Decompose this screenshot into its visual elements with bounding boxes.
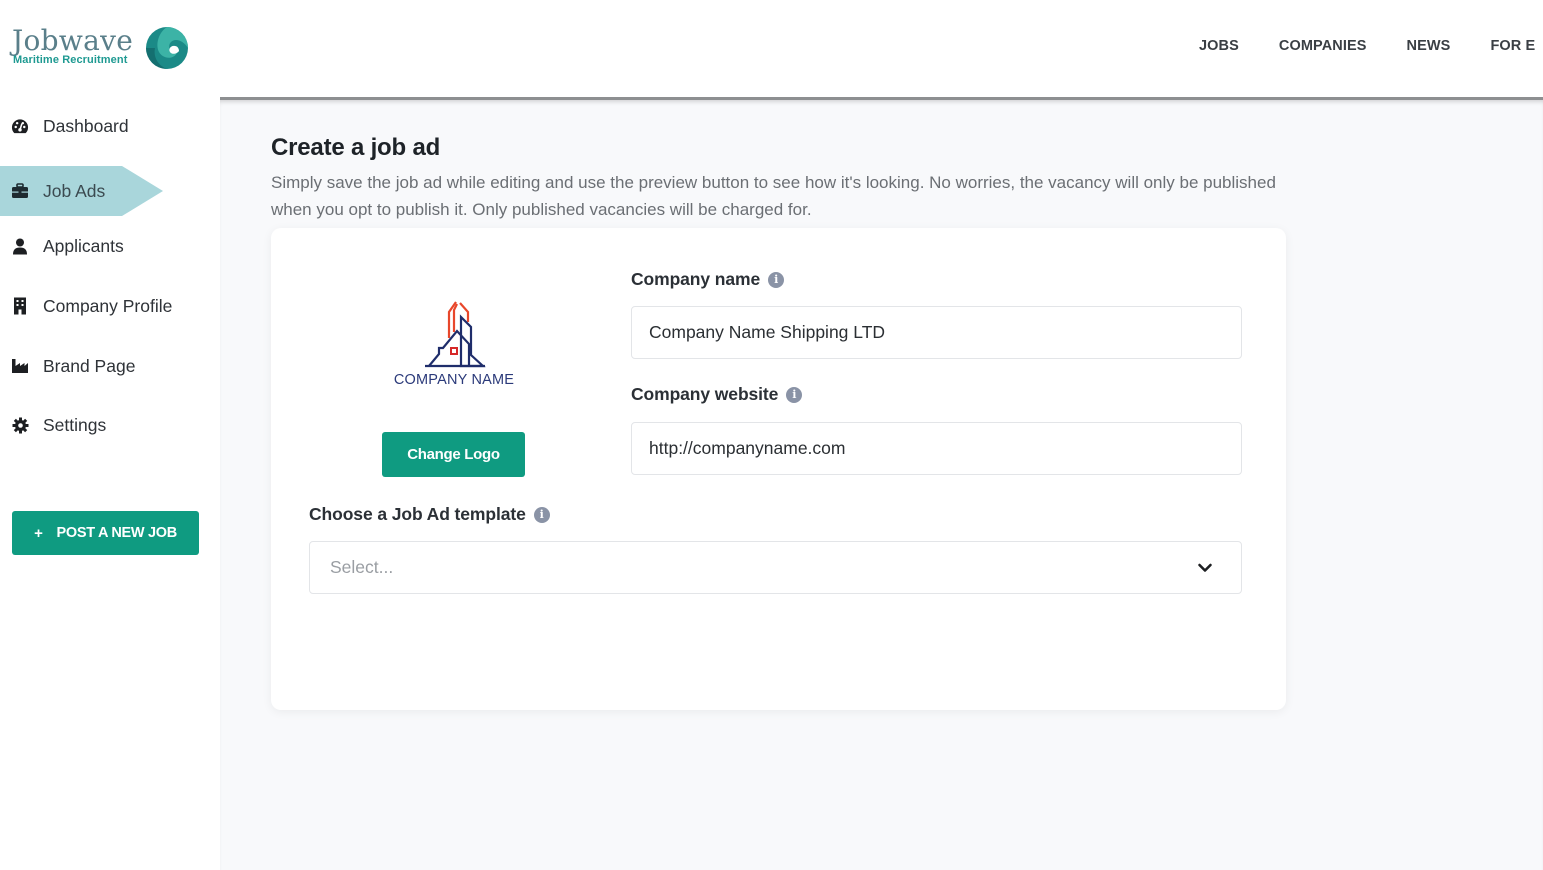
sidebar-item-label: Company Profile <box>43 295 173 316</box>
nav-link-for-employers[interactable]: FOR E <box>1490 38 1535 54</box>
chevron-down-icon <box>1198 563 1212 572</box>
sidebar-item-job-ads[interactable]: Job Ads <box>0 166 220 216</box>
company-logo-text: COMPANY NAME <box>393 372 515 388</box>
nav-link-news[interactable]: NEWS <box>1407 38 1451 54</box>
nav-link-jobs[interactable]: JOBS <box>1199 38 1239 54</box>
page-title: Create a job ad <box>271 134 441 161</box>
logo-tagline: Maritime Recruitment <box>13 54 128 66</box>
user-icon <box>11 237 29 255</box>
sidebar-item-company-profile[interactable]: Company Profile <box>0 281 220 331</box>
building-icon <box>11 297 29 315</box>
sidebar-item-label: Brand Page <box>43 355 136 376</box>
plus-icon: + <box>34 524 43 542</box>
sidebar: Dashboard Job Ads Applicants Company Pro… <box>0 97 220 870</box>
tachometer-icon <box>11 117 29 135</box>
company-name-label: Company name i <box>631 269 785 290</box>
top-navigation: JOBS COMPANIES NEWS FOR E <box>1199 38 1543 54</box>
company-name-input[interactable] <box>631 306 1242 359</box>
template-select[interactable]: Select... <box>309 541 1242 594</box>
sidebar-item-label: Settings <box>43 414 107 435</box>
wave-icon <box>146 27 188 69</box>
sidebar-item-label: Dashboard <box>43 115 129 136</box>
template-select-placeholder: Select... <box>330 557 394 577</box>
page-description: Simply save the job ad while editing and… <box>271 173 1276 219</box>
template-label-text: Choose a Job Ad template <box>309 504 526 524</box>
change-logo-button[interactable]: Change Logo <box>382 432 525 477</box>
template-label: Choose a Job Ad template i <box>309 504 550 525</box>
company-name-label-text: Company name <box>631 269 761 289</box>
gear-icon <box>11 416 29 434</box>
sidebar-item-label: Job Ads <box>43 180 106 201</box>
nav-link-companies[interactable]: COMPANIES <box>1279 38 1367 54</box>
sidebar-item-applicants[interactable]: Applicants <box>0 221 220 271</box>
industry-icon <box>11 357 29 375</box>
sidebar-item-brand-page[interactable]: Brand Page <box>0 341 220 391</box>
top-bar: Jobwave Maritime Recruitment JOBS COMPAN… <box>0 0 1543 97</box>
sidebar-item-label: Applicants <box>43 235 124 256</box>
info-icon[interactable]: i <box>533 506 550 523</box>
sidebar-item-dashboard[interactable]: Dashboard <box>0 101 220 151</box>
company-website-label-text: Company website <box>631 384 779 404</box>
briefcase-icon <box>11 182 29 200</box>
post-new-job-label: POST A NEW JOB <box>56 525 178 541</box>
info-icon[interactable]: i <box>786 386 803 403</box>
sidebar-item-settings[interactable]: Settings <box>0 400 220 450</box>
info-icon[interactable]: i <box>768 271 785 288</box>
jobwave-logo[interactable]: Jobwave Maritime Recruitment <box>12 24 192 74</box>
logo-wordmark: Jobwave <box>12 24 134 57</box>
company-website-label: Company website i <box>631 384 803 405</box>
company-website-input[interactable] <box>631 422 1242 475</box>
post-new-job-button[interactable]: + POST A NEW JOB <box>12 511 199 555</box>
